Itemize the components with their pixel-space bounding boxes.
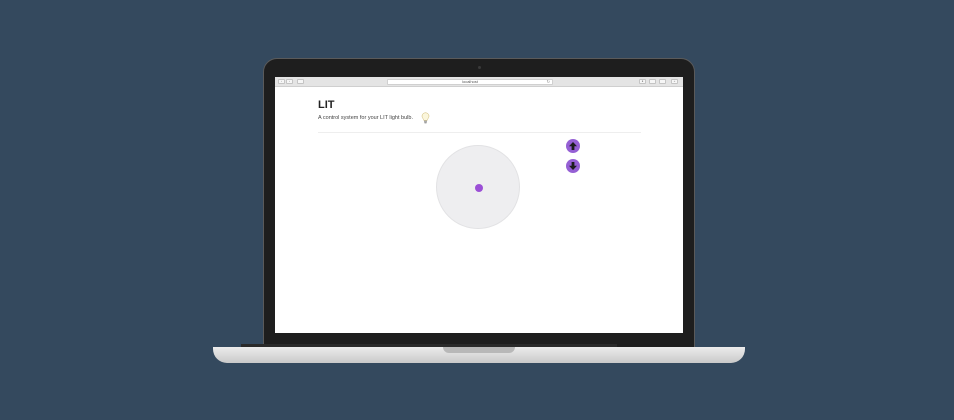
new-tab-button[interactable]: +: [671, 79, 678, 84]
reload-icon[interactable]: ↻: [547, 80, 550, 84]
trackpad-notch: [443, 347, 515, 353]
arrow-up-icon: [569, 142, 577, 150]
back-button[interactable]: ‹: [278, 79, 285, 84]
browser-toolbar: ‹ › localhost ↻ ● +: [275, 77, 683, 87]
share-button[interactable]: [649, 79, 656, 84]
brightness-down-button[interactable]: [566, 159, 580, 173]
sidebar-button[interactable]: [297, 79, 304, 84]
divider: [318, 132, 641, 133]
color-selector-dot[interactable]: [475, 184, 483, 192]
forward-button[interactable]: ›: [286, 79, 293, 84]
page-content: LIT A control system for your LIT light …: [275, 87, 683, 333]
camera: [478, 66, 481, 69]
address-bar[interactable]: localhost ↻: [387, 79, 553, 85]
laptop-base: [213, 344, 745, 363]
arrow-down-icon: [569, 162, 577, 170]
brightness-up-button[interactable]: [566, 139, 580, 153]
url-text: localhost: [462, 79, 478, 84]
page-title: LIT: [318, 99, 335, 111]
hinge: [241, 344, 617, 347]
page-subtitle: A control system for your LIT light bulb…: [318, 115, 413, 121]
light-bulb-icon: [421, 112, 430, 124]
laptop-lid: ‹ › localhost ↻ ● + LIT A control system…: [263, 58, 695, 350]
tabs-button[interactable]: [659, 79, 666, 84]
laptop-screen: ‹ › localhost ↻ ● + LIT A control system…: [275, 77, 683, 333]
color-wheel[interactable]: [436, 145, 520, 229]
download-button[interactable]: ●: [639, 79, 646, 84]
